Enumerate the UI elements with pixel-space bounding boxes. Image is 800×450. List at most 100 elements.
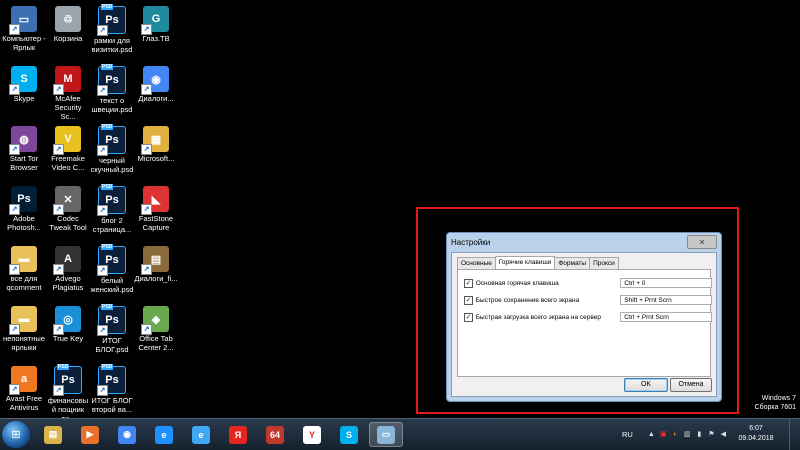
explorer-icon: ▤ (44, 425, 62, 444)
taskbar-explorer-button[interactable]: ▤ (36, 422, 70, 447)
tray-app-icon[interactable]: ▣ (659, 430, 668, 439)
desktop-icon[interactable]: ◣FastStone Capture (134, 182, 178, 240)
clock-time: 6:07 (749, 425, 763, 432)
language-indicator[interactable]: RU (622, 430, 633, 439)
internet-explorer-icon: e (155, 425, 173, 444)
photoshop-file-icon: PSD Ps (97, 124, 126, 156)
close-icon: ✕ (698, 237, 706, 247)
recycle-bin-icon: ♲ (55, 6, 81, 32)
taskbar: ⊞ ▤ ▶ ◉ e e Я 64 Y S ▭ RU ▲ ▣ ◐ ▥ ▮ ⚑ ◀ 6:07 09.0… (0, 418, 800, 450)
desktop-icon-label: Freemake Video C... (51, 154, 85, 172)
desktop-icon-label: Skype (13, 94, 35, 103)
tray-expand-icon[interactable]: ▲ (647, 430, 656, 439)
desktop-icon[interactable]: ▦Microsoft... (134, 122, 178, 180)
yandex-icon: Я (229, 425, 247, 444)
desktop-icon[interactable]: PsAdobe Photosh... (2, 182, 46, 240)
desktop-icon[interactable]: ▬непонятные ярлыки (2, 302, 46, 360)
true-key-icon: ◎ (53, 306, 81, 335)
taskbar-chrome-button[interactable]: ◉ (110, 422, 144, 447)
chrome-icon: ◉ (118, 425, 136, 444)
desktop-icon[interactable]: PSDPsфинансовый пощник ди... (46, 362, 90, 423)
windows-version: Windows 7 (761, 395, 796, 402)
movie-folder-icon: ▤ (141, 246, 169, 275)
taskbar-internet-explorer-button[interactable]: e (147, 422, 181, 447)
dialog-title: Настройки (451, 237, 491, 247)
tab-hotkeys[interactable]: Горячие клавиши (494, 256, 556, 270)
clock[interactable]: 6:07 09.04.2018 (736, 424, 776, 444)
desktop-icon[interactable]: PSDPsИТОГ БЛОГ второй ва... (90, 362, 134, 420)
desktop-icon[interactable]: ◈Office Tab Center 2... (134, 302, 178, 360)
desktop-icon-label: Диалоги... (138, 94, 174, 103)
desktop-icon[interactable]: ▭Компьютер - Ярлык (2, 2, 46, 60)
tools-icon: ✕ (53, 186, 81, 215)
close-button[interactable]: ✕ (687, 235, 717, 249)
desktop-icon-label: непонятные ярлыки (3, 334, 45, 352)
desktop-icon[interactable]: ◎True Key (46, 302, 90, 360)
advego-icon: A (53, 246, 81, 275)
taskbar-yandex-button[interactable]: Я (221, 422, 255, 447)
desktop-icon-label: белый женский.psd (90, 276, 134, 294)
computer-icon: ▭ (9, 6, 37, 35)
cancel-button[interactable]: Отмена (670, 378, 712, 392)
folder-icon: ▬ (9, 306, 37, 335)
hotkey-label: Быстрая загрузка всего экрана на сервер (475, 313, 602, 321)
desktop-icon[interactable]: ▤Диалоги_fi... (134, 242, 178, 300)
desktop-icon[interactable]: PSDPsбелый женский.psd (90, 242, 134, 300)
desktop-icon[interactable]: ▬все для qcomment (2, 242, 46, 300)
desktop-icon[interactable]: SSkype (2, 62, 46, 120)
photoshop-file-icon: PSD Ps (97, 64, 126, 96)
desktop-icon[interactable]: GГлаз.ТВ (134, 2, 178, 60)
show-desktop-button[interactable] (789, 419, 800, 450)
volume-icon[interactable]: ◀ (719, 430, 728, 439)
hotkey-row: ✓ Быстрое сохранение всего экрана Shift … (464, 294, 712, 306)
taskbar-skype-button[interactable]: S (332, 422, 366, 447)
avast-tray-icon[interactable]: ◐ (671, 430, 680, 439)
desktop-icon[interactable]: ◉Диалоги... (134, 62, 178, 120)
media-player-icon: ▶ (81, 425, 99, 444)
desktop-icon[interactable]: ◍Start Tor Browser (2, 122, 46, 180)
quick-save-checkbox[interactable]: ✓ (464, 295, 473, 305)
desktop-icon[interactable]: MMcAfee Security Sc... (46, 62, 90, 121)
desktop-icon[interactable]: ♲ Корзина (46, 2, 90, 60)
folder-icon: ▬ (9, 246, 37, 275)
desktop-icon-label: рамки для визитки.psd (91, 36, 133, 54)
desktop-icon-label: Microsoft... (137, 154, 175, 163)
taskbar-yandex-browser-button[interactable]: Y (295, 422, 329, 447)
desktop-icon[interactable]: VFreemake Video C... (46, 122, 90, 180)
dialog-titlebar[interactable]: Настройки ✕ (447, 233, 721, 251)
taskbar-media-player-button[interactable]: ▶ (73, 422, 107, 447)
desktop-icon-label: Codec Tweak Tool (49, 214, 87, 232)
taskbar-window-button[interactable]: ▭ (369, 422, 403, 447)
start-button[interactable]: ⊞ (2, 421, 30, 448)
quick-upload-hotkey-field[interactable]: Ctrl + Prnt Scrn (620, 312, 712, 322)
quick-upload-checkbox[interactable]: ✓ (464, 312, 473, 322)
mcafee-icon: M (53, 66, 81, 95)
desktop-icon-label: текст о швеции.psd (91, 96, 133, 114)
skype-icon: S (340, 425, 358, 444)
desktop-icon[interactable]: PSDPsИТОГ БЛОГ.psd (90, 302, 134, 360)
ok-button[interactable]: OK (624, 378, 668, 392)
desktop-icon-label: FastStone Capture (138, 214, 174, 232)
photoshop-file-icon: PSD Ps (97, 304, 126, 336)
photoshop-file-icon: PSD Ps (97, 184, 126, 216)
desktop-icon[interactable]: ✕Codec Tweak Tool (46, 182, 90, 240)
quick-save-hotkey-field[interactable]: Shift + Prnt Scrn (620, 295, 712, 305)
main-hotkey-field[interactable]: Ctrl + 0 (620, 278, 712, 288)
action-center-flag-icon[interactable]: ⚑ (707, 430, 716, 439)
hotkey-label: Основная горячая клавиша (475, 279, 559, 287)
desktop-icon[interactable]: aAvast Free Antivirus (2, 362, 46, 420)
main-hotkey-checkbox[interactable]: ✓ (464, 278, 473, 288)
battery-icon[interactable]: ▮ (695, 430, 704, 439)
desktop-icon[interactable]: PSDPsтекст о швеции.psd (90, 62, 134, 120)
desktop-icon[interactable]: AAdvego Plagiatus (46, 242, 90, 300)
desktop-icon-label: Advego Plagiatus (52, 274, 84, 292)
windows-logo-icon: ⊞ (11, 429, 21, 441)
desktop-icon[interactable]: PSDPsблог 2 страница... (90, 182, 134, 240)
desktop-icon[interactable]: PSDPsрамки для визитки.psd (90, 2, 134, 60)
photoshop-file-icon: PSD Ps (97, 364, 126, 396)
taskbar-capture-button[interactable]: e (184, 422, 218, 447)
desktop-icon[interactable]: PSDPsчерный скучный.psd (90, 122, 134, 180)
hotkey-label: Быстрое сохранение всего экрана (475, 296, 580, 304)
network-icon[interactable]: ▥ (683, 430, 692, 439)
taskbar-app-64-button[interactable]: 64 (258, 422, 292, 447)
